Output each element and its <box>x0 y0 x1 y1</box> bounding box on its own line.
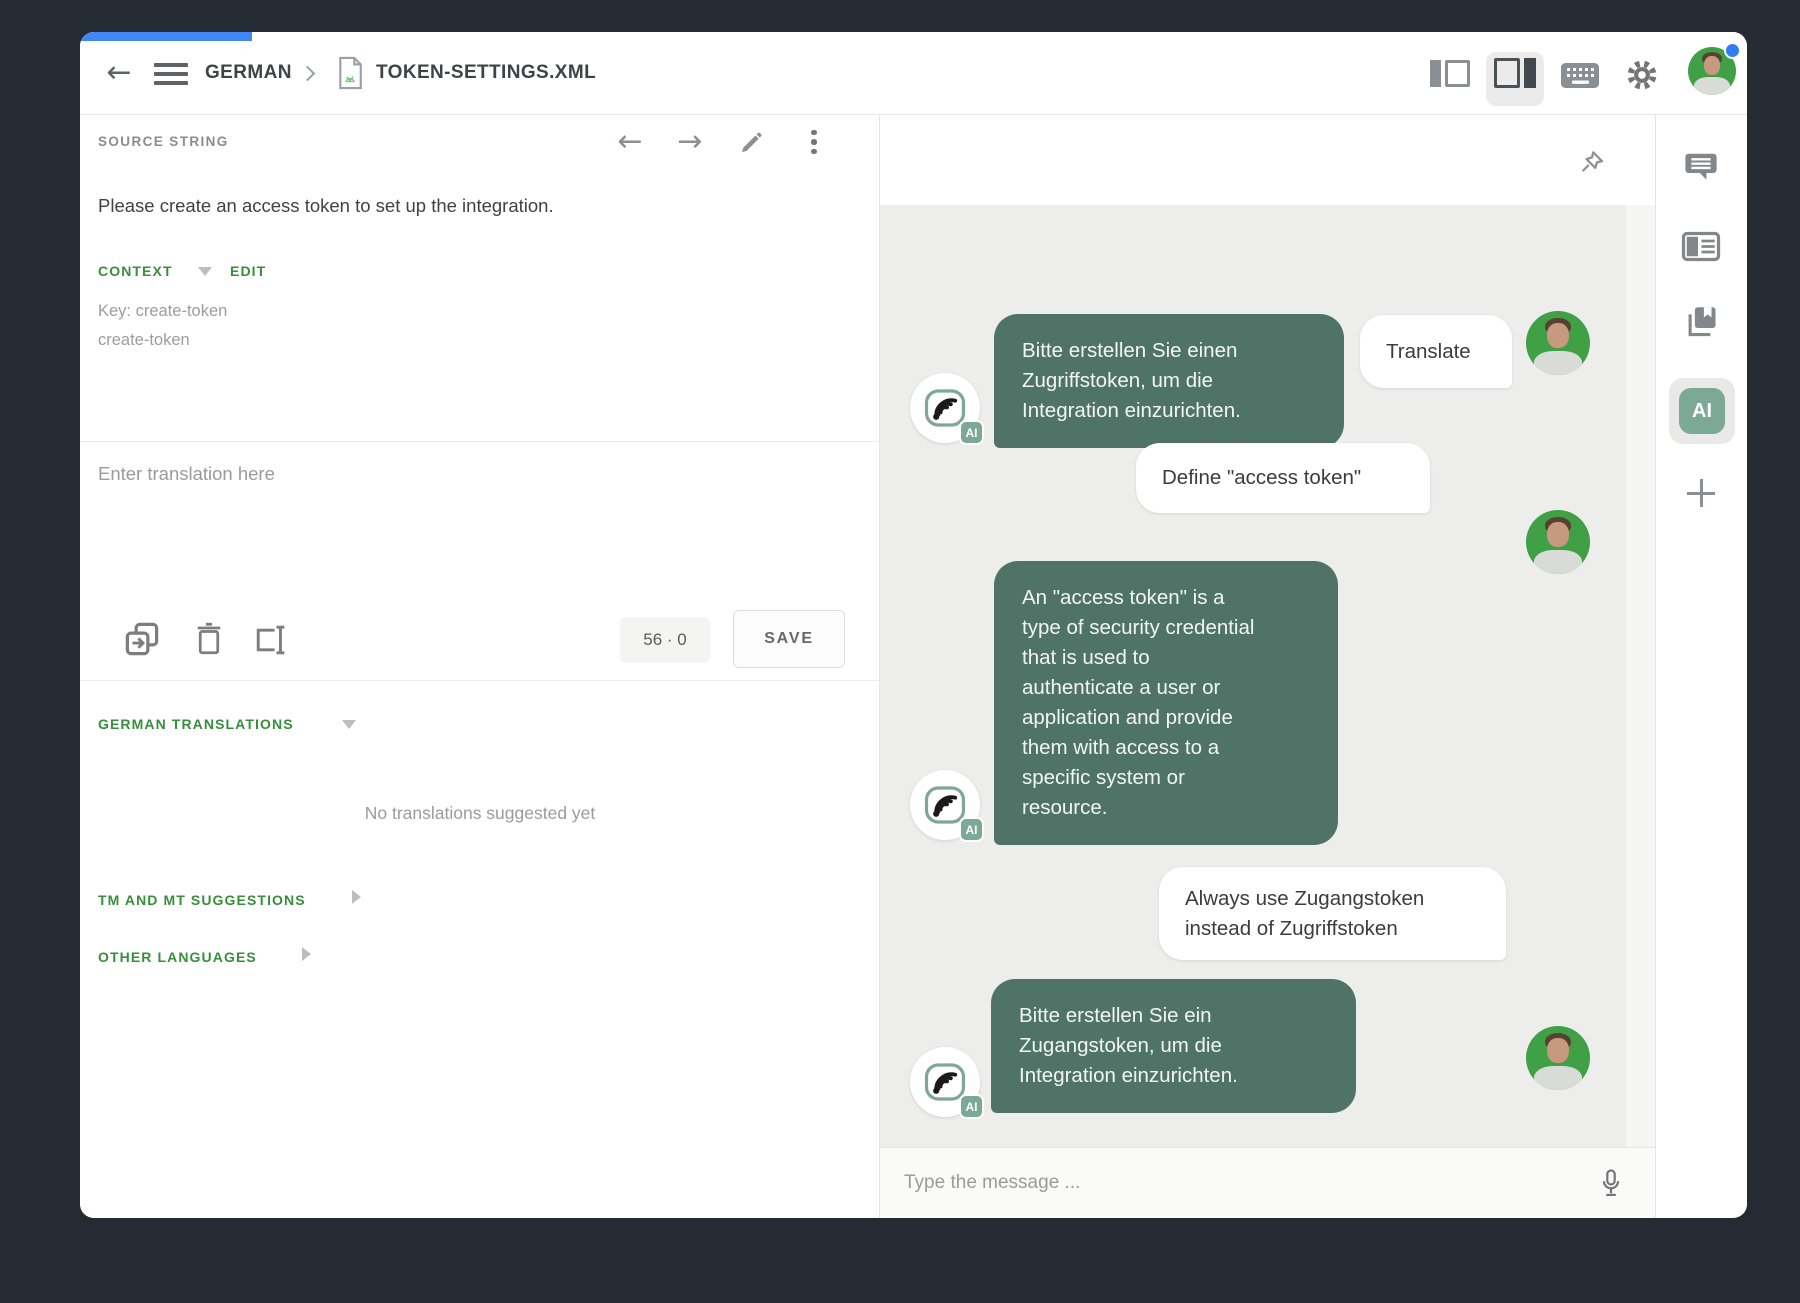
layout-right-panel-button[interactable] <box>1494 58 1536 88</box>
back-arrow-icon: ← <box>106 58 131 88</box>
user-message-avatar <box>1526 1026 1590 1090</box>
user-message-avatar <box>1526 311 1590 375</box>
ai-assistant-avatar: AI <box>910 373 980 443</box>
pencil-icon <box>739 129 765 155</box>
article-card-icon <box>1681 230 1721 263</box>
file-progress-bar <box>80 32 252 41</box>
other-languages-expand-icon[interactable] <box>302 947 311 961</box>
add-tool-button[interactable] <box>1681 473 1721 513</box>
voice-input-button[interactable] <box>1592 1164 1630 1204</box>
save-button[interactable]: SAVE <box>733 610 845 668</box>
copy-source-icon <box>123 620 161 658</box>
context-label[interactable]: CONTEXT <box>98 263 173 279</box>
character-counter: 56 · 0 <box>620 617 710 663</box>
user-message-avatar <box>1526 510 1590 574</box>
trash-icon <box>194 621 224 657</box>
previous-arrow-icon: ← <box>617 127 642 157</box>
divider <box>80 680 880 681</box>
settings-button[interactable] <box>1622 56 1662 94</box>
edit-source-button[interactable] <box>730 120 774 164</box>
chat-message-user: Translate <box>1360 315 1512 388</box>
translations-collapse-icon[interactable] <box>342 720 356 729</box>
gear-icon <box>1625 58 1659 92</box>
chat-input-bar <box>880 1147 1655 1218</box>
tools-sidebar: AI <box>1655 115 1747 1218</box>
source-string-panel: SOURCE STRING ← → Please create an acces… <box>80 115 880 1218</box>
chat-message-ai: Bitte erstellen Sie ein Zugangstoken, um… <box>991 979 1356 1113</box>
copy-source-button[interactable] <box>121 618 163 660</box>
breadcrumb-chevron-icon <box>300 66 316 82</box>
breadcrumb-language[interactable]: GERMAN <box>205 62 292 84</box>
tm-suggestions-header[interactable]: TM AND MT SUGGESTIONS <box>98 892 306 908</box>
chat-message-user: Always use Zugangstoken instead of Zugri… <box>1159 867 1506 960</box>
file-icon <box>336 53 364 98</box>
other-languages-header[interactable]: OTHER LANGUAGES <box>98 949 257 965</box>
ai-mini-badge: AI <box>959 817 984 842</box>
next-arrow-icon: → <box>677 127 702 157</box>
app-bar: ← GERMAN TOKEN-SETTINGS.XML <box>80 32 1747 115</box>
menu-icon[interactable] <box>154 63 188 85</box>
breadcrumb-filename[interactable]: TOKEN-SETTINGS.XML <box>376 62 596 84</box>
chat-message-ai: Bitte erstellen Sie einen Zugriffstoken,… <box>994 314 1344 448</box>
ai-chat-panel: Translate Bitte erstellen Sie einen Zugr… <box>880 115 1655 1218</box>
select-placeholder-button[interactable] <box>248 620 292 660</box>
ai-assistant-avatar: AI <box>910 770 980 840</box>
ai-mini-badge: AI <box>959 1094 984 1119</box>
context-info-tab[interactable] <box>1679 227 1723 265</box>
comments-tab[interactable] <box>1680 146 1722 188</box>
context-collapse-icon[interactable] <box>198 267 212 276</box>
chat-scrollbar[interactable] <box>1626 205 1655 1147</box>
more-options-button[interactable] <box>796 126 832 158</box>
source-string-header: SOURCE STRING <box>98 134 229 149</box>
source-string-text: Please create an access token to set up … <box>98 195 554 217</box>
translation-input[interactable] <box>98 463 848 603</box>
translations-section-header[interactable]: GERMAN TRANSLATIONS <box>98 716 294 732</box>
keyboard-icon <box>1560 61 1600 90</box>
app-window: ← GERMAN TOKEN-SETTINGS.XML <box>80 32 1747 1218</box>
chat-message-input[interactable] <box>904 1166 1524 1200</box>
no-translations-message: No translations suggested yet <box>80 803 880 824</box>
clear-translation-button[interactable] <box>191 618 227 660</box>
back-button[interactable]: ← <box>96 50 142 96</box>
ai-mini-badge: AI <box>959 420 984 445</box>
ai-assistant-tab[interactable]: AI <box>1679 388 1725 434</box>
context-edit-button[interactable]: EDIT <box>230 263 266 279</box>
microphone-icon <box>1598 1168 1624 1201</box>
glossary-book-icon <box>1683 303 1721 341</box>
ai-assistant-avatar: AI <box>910 1047 980 1117</box>
comments-icon <box>1683 149 1719 185</box>
previous-string-button[interactable]: ← <box>608 120 652 164</box>
text-cursor-icon <box>250 623 290 657</box>
context-value: create-token <box>98 326 190 355</box>
pin-chat-button[interactable] <box>1574 145 1610 181</box>
next-string-button[interactable]: → <box>668 120 712 164</box>
tm-expand-icon[interactable] <box>352 890 361 904</box>
chat-message-ai: An "access token" is a type of security … <box>994 561 1338 845</box>
context-key: Key: create-token <box>98 297 227 326</box>
divider <box>80 441 880 442</box>
pin-icon <box>1577 148 1607 178</box>
keyboard-shortcuts-button[interactable] <box>1558 58 1602 92</box>
glossary-tab[interactable] <box>1681 301 1723 343</box>
online-status-dot <box>1724 42 1741 59</box>
layout-side-by-side-button[interactable] <box>1430 60 1470 87</box>
chat-message-user: Define "access token" <box>1136 443 1430 513</box>
